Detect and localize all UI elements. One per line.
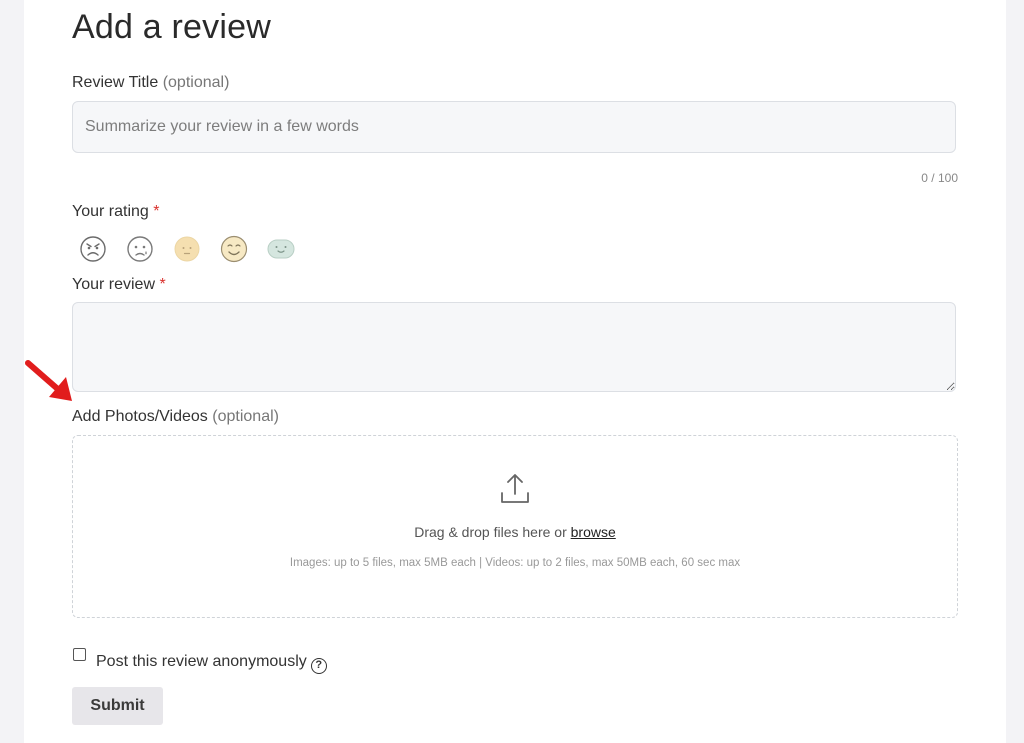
media-drop-zone[interactable]: Drag & drop files here or browse Images:… [72,435,958,618]
media-optional: (optional) [212,408,279,425]
anonymous-label-text: Post this review anonymously [96,653,307,670]
drop-text: Drag & drop files here or [414,524,567,540]
review-label-text: Your review [72,276,156,293]
submit-button[interactable]: Submit [72,687,163,725]
review-label: Your review * [72,276,166,294]
rating-label-text: Your rating [72,203,149,220]
review-required-mark: * [159,276,166,293]
review-title-label: Review Title (optional) [72,74,229,92]
help-icon[interactable]: ? [310,658,327,674]
happy-face-icon[interactable] [266,234,296,264]
rating-label: Your rating * [72,203,159,221]
media-label: Add Photos/Videos (optional) [72,408,279,426]
rating-selector [78,234,296,264]
review-title-label-text: Review Title [72,74,159,91]
neutral-face-icon[interactable] [172,234,202,264]
smile-face-icon[interactable] [219,234,249,264]
review-title-input[interactable] [72,101,956,153]
red-arrow-annotation [25,360,72,401]
review-title-optional: (optional) [162,74,230,91]
anonymous-checkbox[interactable] [73,648,86,661]
review-textarea[interactable] [72,302,956,392]
page-title: Add a review [72,8,271,46]
rating-required-mark: * [153,203,160,220]
browse-link[interactable]: browse [571,524,616,540]
file-limits-hint: Images: up to 5 files, max 5MB each | Vi… [289,557,741,569]
upload-icon [501,474,529,503]
character-counter: 0 / 100 [921,171,958,185]
drop-instructions: Drag & drop files here or browse [73,524,957,540]
anonymous-option: Post this review anonymously? [72,647,327,674]
anonymous-label: Post this review anonymously? [96,653,327,674]
media-label-text: Add Photos/Videos [72,408,208,425]
angry-face-icon[interactable] [78,234,108,264]
sad-face-icon[interactable] [125,234,155,264]
